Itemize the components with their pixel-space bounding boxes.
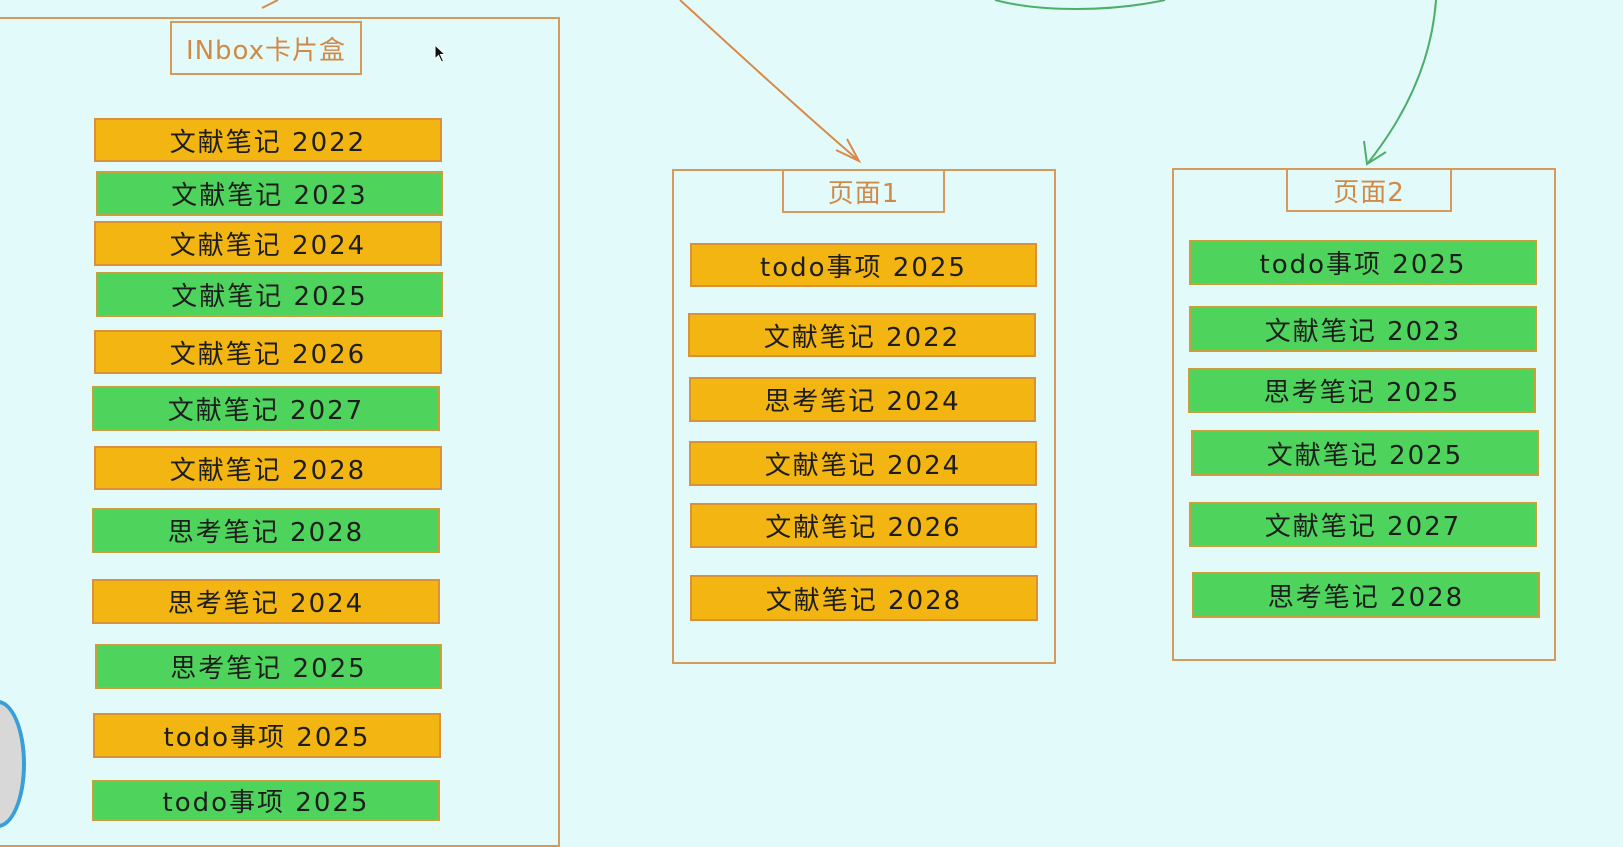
page2-card[interactable]: 思考笔记 2028	[1192, 572, 1540, 618]
page1-card[interactable]: 文献笔记 2028	[690, 575, 1038, 621]
page1-card[interactable]: 思考笔记 2024	[689, 377, 1036, 422]
page1-title: 页面1	[782, 169, 945, 213]
inbox-card[interactable]: 文献笔记 2024	[94, 221, 442, 266]
arrow-to-page2-head	[1363, 140, 1387, 166]
inbox-card[interactable]: todo事项 2025	[92, 780, 440, 821]
arrow-fragment-top-left	[261, 0, 279, 9]
page2-card[interactable]: todo事项 2025	[1189, 240, 1537, 285]
page1-card[interactable]: 文献笔记 2024	[689, 441, 1037, 486]
inbox-card[interactable]: 思考笔记 2024	[92, 579, 440, 624]
page1-card[interactable]: 文献笔记 2022	[688, 313, 1036, 357]
page2-card[interactable]: 文献笔记 2023	[1189, 306, 1537, 352]
inbox-card[interactable]: todo事项 2025	[93, 713, 441, 758]
arrow-to-page1	[679, 0, 859, 161]
inbox-title: INbox卡片盒	[170, 21, 362, 75]
page1-card[interactable]: todo事项 2025	[690, 243, 1037, 287]
page2-card[interactable]: 思考笔记 2025	[1188, 368, 1536, 413]
arrow-to-page2	[1367, 0, 1437, 164]
inbox-card[interactable]: 思考笔记 2025	[95, 644, 442, 689]
inbox-card[interactable]: 文献笔记 2023	[96, 171, 443, 216]
arrow-green-curve	[994, 0, 1166, 10]
mouse-pointer-icon	[434, 44, 447, 63]
inbox-card[interactable]: 文献笔记 2022	[94, 118, 442, 162]
page2-card[interactable]: 文献笔记 2027	[1189, 502, 1537, 547]
page2-title: 页面2	[1286, 168, 1452, 212]
inbox-card[interactable]: 文献笔记 2026	[94, 330, 442, 374]
page1-card[interactable]: 文献笔记 2026	[690, 503, 1037, 548]
inbox-card[interactable]: 文献笔记 2025	[96, 272, 443, 317]
inbox-card[interactable]: 思考笔记 2028	[92, 508, 440, 553]
inbox-card[interactable]: 文献笔记 2027	[92, 386, 440, 431]
inbox-card[interactable]: 文献笔记 2028	[94, 446, 442, 490]
arrow-to-page1-head	[835, 138, 862, 164]
page2-card[interactable]: 文献笔记 2025	[1191, 430, 1539, 476]
